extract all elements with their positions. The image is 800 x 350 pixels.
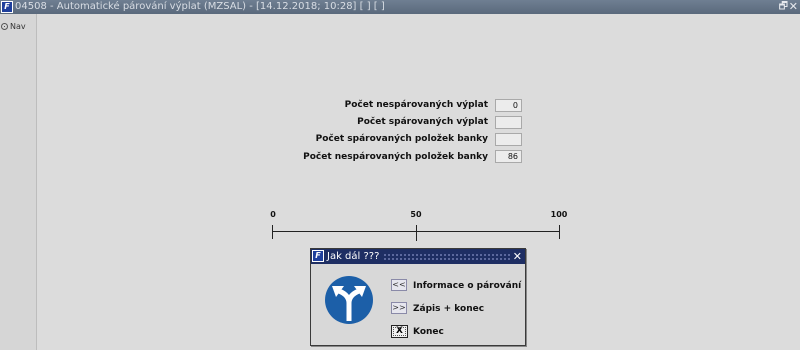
close-icon[interactable]: ✕ (789, 0, 798, 14)
nav-button[interactable]: Nav (1, 22, 26, 31)
restore-icon[interactable]: 🗗 (779, 0, 788, 14)
end-label[interactable]: Konec (413, 327, 444, 337)
window-title: 04508 - Automatické párování výplat (MZS… (15, 1, 385, 12)
road-fork-sign-icon (325, 276, 373, 324)
save-and-close-button[interactable]: >> (391, 302, 407, 314)
info-label[interactable]: Informace o párování (413, 281, 521, 291)
app-logo-icon: F (1, 1, 13, 13)
title-bar: F 04508 - Automatické párování výplat (M… (0, 0, 800, 14)
label-unpaired-payments: Počet nespárovaných výplat (344, 100, 488, 110)
scale-tick-label-100: 100 (550, 210, 568, 219)
gear-icon (1, 23, 8, 30)
scale-tick-0 (272, 225, 273, 239)
left-nav-panel: Nav (0, 14, 37, 350)
dialog-title-bar[interactable]: F Jak dál ??? ✕ (311, 249, 525, 264)
field-paired-payments[interactable] (495, 116, 522, 129)
dialog-title: Jak dál ??? (327, 251, 380, 262)
scale-tick-100 (559, 225, 560, 239)
app-logo-icon: F (312, 250, 324, 262)
label-unpaired-bank-items: Počet nespárovaných položek banky (303, 152, 488, 162)
dialog-close-icon[interactable]: ✕ (513, 249, 522, 264)
end-button[interactable]: X (391, 325, 408, 338)
field-unpaired-bank-items[interactable]: 86 (495, 150, 522, 163)
progress-scale-line (272, 231, 560, 232)
field-unpaired-payments[interactable]: 0 (495, 99, 522, 112)
jak-dal-dialog: F Jak dál ??? ✕ << Informace o párování … (310, 248, 526, 346)
label-paired-bank-items: Počet spárovaných položek banky (315, 134, 488, 144)
title-bar-pattern (383, 253, 511, 260)
info-button[interactable]: << (391, 279, 407, 291)
scale-tick-label-0: 0 (270, 210, 276, 219)
label-paired-payments: Počet spárovaných výplat (357, 117, 488, 127)
scale-tick-label-50: 50 (410, 210, 422, 219)
field-paired-bank-items[interactable] (495, 133, 522, 146)
scale-tick-50 (416, 225, 417, 241)
nav-label: Nav (10, 22, 26, 31)
save-and-close-label[interactable]: Zápis + konec (413, 304, 484, 314)
